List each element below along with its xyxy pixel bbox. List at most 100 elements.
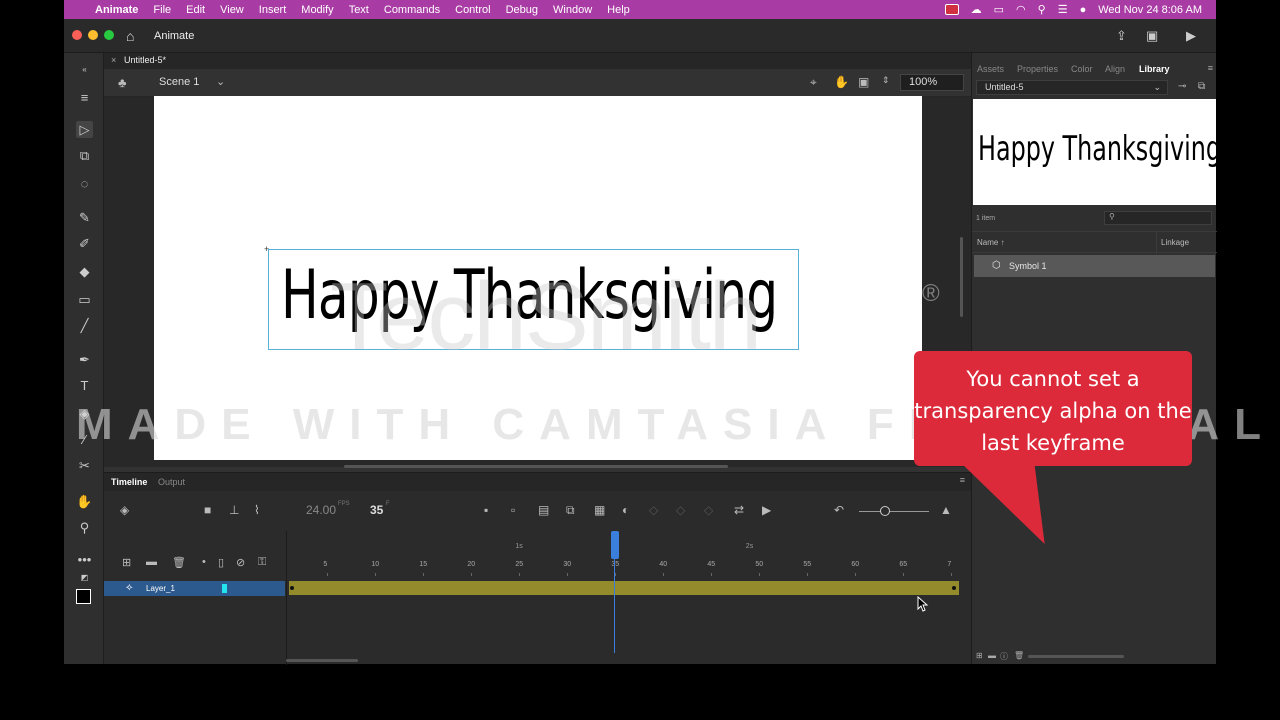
stroke-color-swatch[interactable] (76, 589, 91, 604)
wifi-icon[interactable]: ◠ (1016, 3, 1026, 16)
close-doc-icon[interactable]: × (111, 55, 116, 65)
zoom-tool-icon[interactable]: ⚲ (76, 519, 93, 536)
keyframe-end[interactable] (952, 586, 956, 590)
lock-icon[interactable]: ⚿ (258, 556, 266, 569)
rotate-stage-icon[interactable]: ⇕ (882, 75, 890, 86)
menu-edit[interactable]: Edit (186, 4, 205, 16)
frames-area[interactable]: 1s2s51015202530354045505560657 (286, 531, 971, 665)
brush-tool-icon[interactable]: ✐ (76, 235, 93, 252)
menu-modify[interactable]: Modify (301, 4, 333, 16)
menu-help[interactable]: Help (607, 4, 630, 16)
tab-properties[interactable]: Properties (1017, 64, 1058, 74)
menu-file[interactable]: File (153, 4, 171, 16)
library-search-input[interactable]: ⚲ (1104, 211, 1212, 225)
library-document-select[interactable]: Untitled-5 ⌄ (976, 80, 1168, 95)
new-layer-icon[interactable]: ⊞ (122, 556, 131, 569)
delete-layer-icon[interactable]: 🗑 (172, 556, 186, 569)
new-symbol-icon[interactable]: ⊞ (976, 651, 983, 660)
playhead-handle[interactable] (611, 531, 620, 559)
motion-tween-span[interactable] (289, 581, 959, 595)
collapse-tools-icon[interactable]: « (76, 61, 93, 78)
share-icon[interactable]: ⇪ (1116, 28, 1127, 44)
workspace-icon[interactable]: ▣ (1146, 28, 1158, 44)
fps-value[interactable]: 24.00 (306, 503, 336, 517)
column-name[interactable]: Name ↑ (977, 238, 1005, 247)
onion-settings-icon[interactable]: ◇ (704, 503, 713, 517)
bone-tool-icon[interactable]: ✂ (76, 457, 93, 474)
camera-icon[interactable]: ■ (204, 503, 211, 517)
tab-timeline[interactable]: Timeline (111, 477, 147, 487)
highlight-layer-icon[interactable]: • (202, 556, 206, 568)
eraser-tool-icon[interactable]: ◆ (76, 263, 93, 280)
creative-cloud-icon[interactable]: ☁ (971, 3, 982, 16)
scene-icon[interactable]: ♣ (118, 75, 127, 90)
graph-icon[interactable]: ⌇ (254, 503, 260, 517)
outline-icon[interactable]: ▯ (218, 556, 224, 569)
layer-name[interactable]: Layer_1 (146, 584, 175, 593)
home-icon[interactable]: ⌂ (126, 28, 134, 44)
timeline-scrollbar[interactable] (286, 659, 358, 662)
edit-symbols-icon[interactable]: ✋ (834, 75, 849, 89)
center-stage-icon[interactable]: ⌖ (810, 75, 817, 90)
battery-icon[interactable]: ▭ (994, 3, 1004, 16)
parenting-icon[interactable]: ⊥ (229, 503, 239, 517)
menu-view[interactable]: View (220, 4, 244, 16)
lasso-tool-icon[interactable]: ◌ (76, 175, 93, 192)
tween-type-icon[interactable]: ▦ (594, 503, 605, 517)
fluid-brush-tool-icon[interactable]: ✎ (76, 209, 93, 226)
tab-library[interactable]: Library (1139, 64, 1170, 74)
current-frame[interactable]: 35 (370, 503, 383, 517)
default-colors-icon[interactable]: ◩ (76, 569, 93, 586)
tab-color[interactable]: Color (1071, 64, 1093, 74)
menu-control[interactable]: Control (455, 4, 490, 16)
playhead[interactable] (611, 531, 620, 665)
insert-keyframe-icon[interactable]: ▪ (484, 503, 488, 517)
panel-menu-icon[interactable]: ≡ (1208, 63, 1213, 73)
layer-color-swatch[interactable] (222, 584, 227, 593)
new-folder-icon[interactable]: ▬ (146, 556, 157, 568)
create-tween-icon[interactable]: ⧉ (566, 503, 575, 518)
new-library-panel-icon[interactable]: ⧉ (1198, 81, 1205, 92)
new-folder-icon[interactable]: ▬ (988, 651, 996, 660)
insert-blank-keyframe-icon[interactable]: ▫ (511, 503, 515, 517)
test-movie-icon[interactable]: ▶ (1186, 28, 1196, 44)
close-window-button[interactable] (72, 30, 82, 40)
frame-ruler[interactable]: 1s2s51015202530354045505560657 (287, 531, 972, 576)
edit-multiple-frames-icon[interactable]: ◇ (649, 503, 658, 517)
chevron-down-icon[interactable]: ⌄ (216, 75, 225, 88)
document-tab[interactable]: Untitled-5* (124, 55, 166, 65)
fit-frames-icon[interactable]: ▲ (940, 503, 952, 517)
layers-icon[interactable]: ◈ (120, 503, 129, 517)
timeline-zoom-knob[interactable] (880, 506, 890, 516)
tab-align[interactable]: Align (1105, 64, 1125, 74)
menu-app-name[interactable]: Animate (95, 4, 138, 16)
show-hide-icon[interactable]: ⊘ (236, 556, 245, 569)
panel-divider-scrollbar[interactable] (960, 237, 963, 317)
delete-icon[interactable]: 🗑 (1014, 651, 1024, 660)
timeline-zoom-slider[interactable] (859, 511, 929, 512)
record-icon[interactable] (944, 4, 959, 15)
onion-outline-icon[interactable]: ◇ (676, 503, 685, 517)
library-scrollbar[interactable] (1028, 655, 1124, 658)
menu-debug[interactable]: Debug (506, 4, 538, 16)
clock[interactable]: Wed Nov 24 8:06 AM (1098, 4, 1202, 16)
column-linkage[interactable]: Linkage (1161, 238, 1189, 247)
line-tool-icon[interactable]: ╱ (76, 317, 93, 334)
onion-skin-icon[interactable]: ◐ (622, 503, 629, 517)
free-transform-tool-icon[interactable]: ⧉ (76, 147, 93, 164)
loop-icon[interactable]: ⇄ (734, 503, 744, 517)
menu-text[interactable]: Text (349, 4, 369, 16)
more-tools-icon[interactable]: ••• (76, 551, 93, 568)
tab-assets[interactable]: Assets (977, 64, 1004, 74)
zoom-window-button[interactable] (104, 30, 114, 40)
text-tool-icon[interactable]: T (76, 377, 93, 394)
selection-tool-icon[interactable]: ▷ (76, 121, 93, 138)
panel-menu-icon[interactable]: ≡ (960, 475, 965, 485)
play-icon[interactable]: ▶ (762, 503, 771, 517)
spotlight-icon[interactable]: ⚲ (1038, 3, 1046, 16)
undo-zoom-icon[interactable]: ↶ (834, 503, 844, 517)
properties-icon[interactable]: ⓘ (1000, 651, 1008, 662)
minimize-window-button[interactable] (88, 30, 98, 40)
pin-icon[interactable]: ⊸ (1178, 81, 1186, 92)
stage-horizontal-scrollbar[interactable] (344, 465, 728, 468)
